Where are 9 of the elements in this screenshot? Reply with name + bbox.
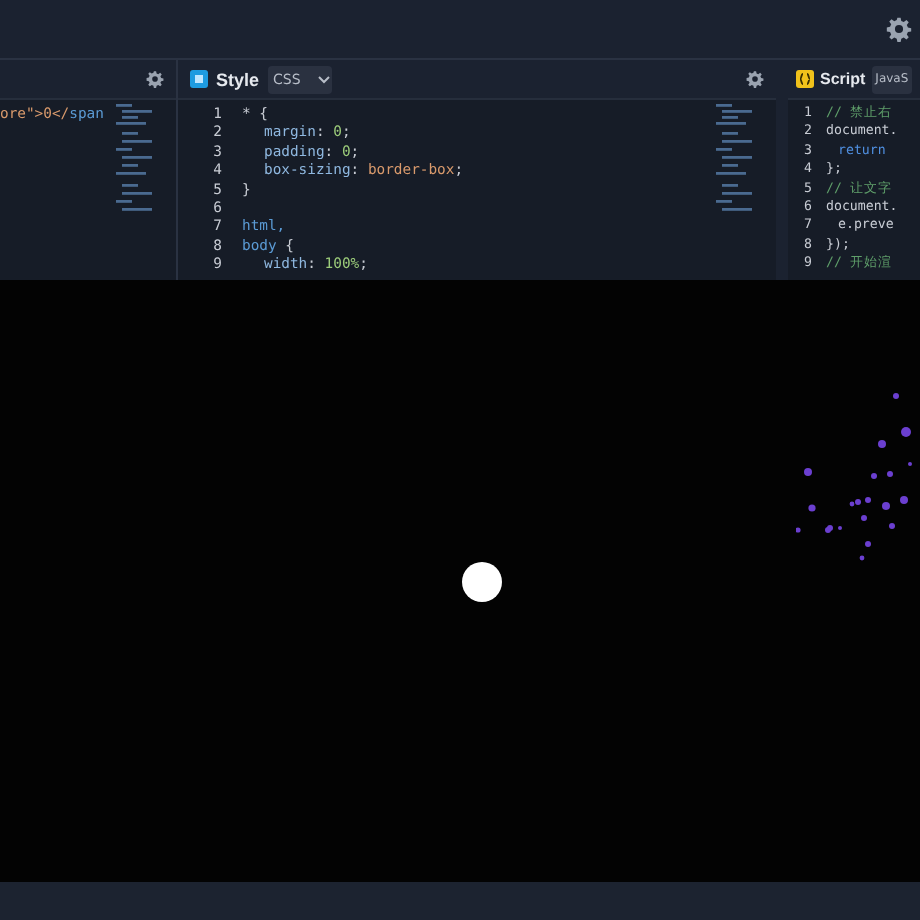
ball bbox=[462, 562, 502, 602]
settings-icon[interactable] bbox=[146, 70, 164, 88]
panel-title: Script bbox=[820, 70, 866, 88]
panel-title: Style bbox=[216, 69, 260, 89]
script-icon bbox=[796, 70, 814, 88]
caret-icon bbox=[316, 73, 333, 85]
settings-icon[interactable] bbox=[746, 70, 764, 88]
settings-icon[interactable] bbox=[886, 16, 912, 42]
style-icon bbox=[190, 70, 208, 88]
